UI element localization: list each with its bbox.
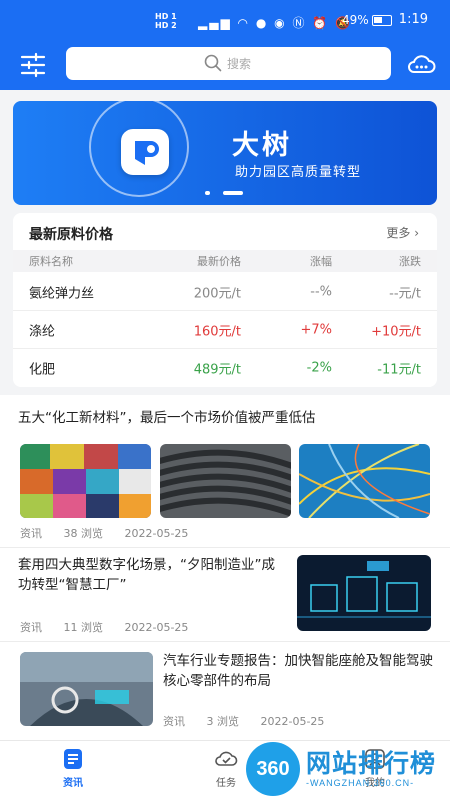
news-views: 38 浏览 <box>63 527 104 540</box>
news-image-fibers <box>299 444 430 518</box>
tab-task-label: 任务 <box>216 778 236 789</box>
cloud-icon[interactable] <box>406 50 436 80</box>
battery-percent: 49% <box>342 13 369 27</box>
material-change-amt: --元/t <box>389 286 421 301</box>
news-title: 套用四大典型数字化场景，“夕阳制造业”成功转型“智慧工厂” <box>18 557 275 593</box>
more-button[interactable]: 更多 › <box>386 224 419 241</box>
divider <box>0 641 450 642</box>
material-name: 氨纶弹力丝 <box>29 286 95 301</box>
banner-title: 大树 <box>232 130 292 161</box>
price-row[interactable]: 氨纶弹力丝 200元/t --% --元/t <box>13 273 437 311</box>
filter-sliders-icon[interactable] <box>20 52 46 78</box>
battery-indicator: 49% <box>342 13 392 27</box>
clock: 1:19 <box>398 12 428 27</box>
watermark-text: 网站排行榜 <box>306 749 437 778</box>
chevron-right-icon: › <box>414 226 419 240</box>
material-change-pct: --% <box>310 284 332 299</box>
signal-icon: ▂▄▆ <box>198 16 232 30</box>
news-date: 2022-05-25 <box>260 715 325 728</box>
eye-icon: ◉ <box>274 16 287 30</box>
wifi-icon: ◠ <box>237 16 250 30</box>
carousel-dot[interactable] <box>205 191 210 195</box>
app-header: 搜索 <box>0 42 450 90</box>
price-section-title: 最新原料价格 <box>29 227 113 243</box>
news-category: 资讯 <box>20 621 42 634</box>
news-views: 11 浏览 <box>63 621 104 634</box>
material-change-pct: +7% <box>300 322 332 337</box>
search-input[interactable]: 搜索 <box>66 47 391 80</box>
news-image-cables <box>160 444 291 518</box>
promo-banner[interactable]: 大树 助力园区高质量转型 <box>13 101 437 205</box>
nfc-icon: Ⓝ <box>292 16 307 30</box>
search-placeholder: 搜索 <box>227 56 252 71</box>
more-label: 更多 <box>386 226 411 240</box>
news-image-smart-cockpit <box>20 652 153 726</box>
message-icon: ● <box>255 16 269 30</box>
price-table-header: 原料名称 最新价格 涨幅 涨跌 <box>13 250 437 272</box>
news-image-digital-factory <box>297 555 431 631</box>
network-indicator: HD 1 HD 2 <box>155 12 177 30</box>
material-price: 489元/t <box>193 362 241 378</box>
news-date: 2022-05-25 <box>124 527 189 540</box>
watermark: 360 网站排行榜 -WANGZHAN.360.CN- <box>244 738 450 800</box>
news-list: 五大“化工新材料”，最后一个市场价值被严重低估 资讯 38 浏览 2022-05… <box>0 395 450 740</box>
news-category: 资讯 <box>20 527 42 540</box>
status-icons: ▂▄▆ ◠ ● ◉ Ⓝ ⏰ 🔕 <box>198 14 352 31</box>
app-logo-icon <box>121 129 169 175</box>
news-meta: 资讯 38 浏览 2022-05-25 <box>20 525 206 541</box>
news-date: 2022-05-25 <box>124 621 189 634</box>
network-hd1-label: HD 1 <box>155 12 177 21</box>
network-hd2-label: HD 2 <box>155 21 177 30</box>
material-name: 化肥 <box>29 362 56 378</box>
material-change-amt: -11元/t <box>377 362 421 378</box>
news-image-pellets <box>20 444 151 518</box>
price-card: 最新原料价格 更多 › 原料名称 最新价格 涨幅 涨跌 氨纶弹力丝 200元/t… <box>13 213 437 387</box>
task-cloud-icon <box>215 751 238 766</box>
tab-news[interactable]: 资讯 <box>43 747 103 789</box>
material-price: 160元/t <box>193 324 241 339</box>
price-row[interactable]: 化肥 489元/t -2% -11元/t <box>13 349 437 387</box>
header-change-amt: 涨跌 <box>399 255 421 268</box>
status-bar: HD 1 HD 2 ▂▄▆ ◠ ● ◉ Ⓝ ⏰ 🔕 49% 1:19 <box>0 0 450 42</box>
material-change-pct: -2% <box>306 360 332 376</box>
divider <box>0 547 450 548</box>
header-price: 最新价格 <box>197 255 241 268</box>
news-meta: 资讯 3 浏览 2022-05-25 <box>163 713 342 729</box>
material-change-amt: +10元/t <box>371 324 421 339</box>
news-icon <box>64 749 82 769</box>
banner-subtitle: 助力园区高质量转型 <box>235 165 362 180</box>
price-row[interactable]: 涤纶 160元/t +7% +10元/t <box>13 311 437 349</box>
news-meta: 资讯 11 浏览 2022-05-25 <box>20 619 206 635</box>
carousel-dot-active[interactable] <box>223 191 243 195</box>
material-name: 涤纶 <box>29 324 56 339</box>
tab-news-label: 资讯 <box>63 778 83 789</box>
material-price: 200元/t <box>193 286 241 301</box>
news-title: 五大“化工新材料”，最后一个市场价值被严重低估 <box>18 410 316 426</box>
battery-icon <box>371 15 392 26</box>
watermark-badge: 360 <box>246 742 300 796</box>
alarm-icon: ⏰ <box>312 16 330 30</box>
news-views: 3 浏览 <box>206 715 240 728</box>
search-icon <box>204 54 222 72</box>
watermark-url: -WANGZHAN.360.CN- <box>306 778 415 788</box>
header-name: 原料名称 <box>29 255 73 268</box>
news-title: 汽车行业专题报告：加快智能座舱及智能驾驶核心零部件的布局 <box>163 653 433 689</box>
news-category: 资讯 <box>163 715 185 728</box>
header-change-pct: 涨幅 <box>310 255 332 268</box>
